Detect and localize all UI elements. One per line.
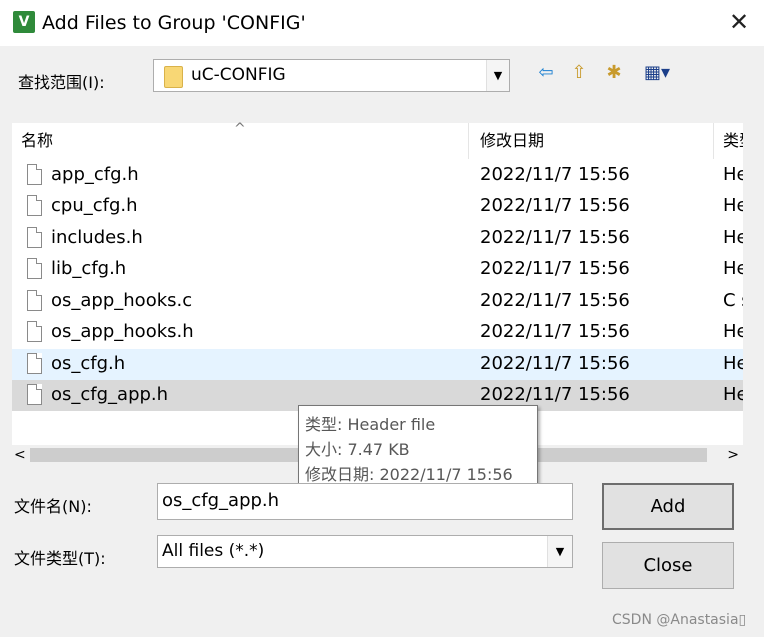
scroll-right-icon[interactable]: > [727, 445, 739, 465]
file-date: 2022/11/7 15:56 [480, 290, 630, 311]
title-bar: V Add Files to Group 'CONFIG' ✕ [0, 0, 764, 46]
file-type: C s [723, 290, 743, 311]
chevron-down-icon[interactable]: ▼ [486, 60, 509, 91]
column-header-date[interactable]: 修改日期 [480, 123, 544, 159]
chevron-down-icon[interactable]: ▼ [547, 536, 572, 567]
file-icon [27, 195, 42, 216]
file-type: He [723, 258, 743, 279]
look-in-combo[interactable]: uC-CONFIG ▼ [153, 59, 510, 92]
file-type-select[interactable]: All files (*.*) ▼ [157, 535, 573, 568]
view-menu-icon[interactable]: ▦▾ [634, 60, 680, 86]
file-icon [27, 321, 42, 342]
file-icon [27, 353, 42, 374]
file-icon [27, 164, 42, 185]
file-name: os_app_hooks.c [51, 290, 193, 311]
file-date: 2022/11/7 15:56 [480, 353, 630, 374]
file-type-label: 文件类型(T): [14, 549, 106, 568]
new-folder-icon[interactable]: ✱ [600, 60, 628, 86]
tooltip-type: 类型: Header file [305, 415, 436, 434]
column-header-type[interactable]: 类型 [723, 123, 743, 159]
file-list[interactable]: ^ 名称 修改日期 类型 app_cfg.h 2022/11/7 15:56 H… [12, 121, 743, 445]
list-item[interactable]: lib_cfg.h 2022/11/7 15:56 He [12, 254, 743, 285]
file-name: os_cfg_app.h [51, 384, 169, 405]
window-title: Add Files to Group 'CONFIG' [42, 12, 306, 34]
column-header-name[interactable]: 名称 [21, 123, 53, 159]
file-name-label: 文件名(N): [14, 497, 92, 516]
look-in-label: 查找范围(I): [18, 73, 105, 92]
file-date: 2022/11/7 15:56 [480, 258, 630, 279]
file-icon [27, 384, 42, 405]
file-type-value: All files (*.*) [162, 541, 265, 561]
list-item[interactable]: app_cfg.h 2022/11/7 15:56 He [12, 160, 743, 191]
file-icon [27, 227, 42, 248]
file-type: He [723, 227, 743, 248]
list-item[interactable]: os_cfg.h 2022/11/7 15:56 He [12, 349, 743, 380]
close-button[interactable]: Close [602, 542, 734, 589]
list-item[interactable]: includes.h 2022/11/7 15:56 He [12, 223, 743, 254]
list-item[interactable]: os_app_hooks.c 2022/11/7 15:56 C s [12, 286, 743, 317]
file-icon [27, 258, 42, 279]
file-type: He [723, 164, 743, 185]
folder-icon [164, 66, 183, 88]
file-date: 2022/11/7 15:56 [480, 227, 630, 248]
column-divider[interactable] [468, 123, 469, 159]
uvision-icon: V [13, 11, 35, 33]
file-name: cpu_cfg.h [51, 195, 138, 216]
file-type: He [723, 321, 743, 342]
file-date: 2022/11/7 15:56 [480, 384, 630, 405]
file-name: includes.h [51, 227, 143, 248]
file-date: 2022/11/7 15:56 [480, 195, 630, 216]
close-icon[interactable]: ✕ [722, 5, 756, 39]
watermark: CSDN @Anastasia▯ [612, 612, 747, 628]
file-date: 2022/11/7 15:56 [480, 164, 630, 185]
up-folder-icon[interactable]: ⇧ [566, 60, 592, 86]
scroll-left-icon[interactable]: < [14, 445, 26, 465]
file-name: lib_cfg.h [51, 258, 127, 279]
file-name: app_cfg.h [51, 164, 139, 185]
file-name-input[interactable]: os_cfg_app.h [157, 483, 573, 520]
file-name: os_cfg.h [51, 353, 126, 374]
back-icon[interactable]: ⇦ [534, 60, 558, 86]
file-info-tooltip: 类型: Header file 大小: 7.47 KB 修改日期: 2022/1… [298, 405, 538, 489]
add-button[interactable]: Add [602, 483, 734, 530]
file-icon [27, 290, 42, 311]
file-type: He [723, 353, 743, 374]
list-item[interactable]: os_app_hooks.h 2022/11/7 15:56 He [12, 317, 743, 348]
file-name: os_app_hooks.h [51, 321, 194, 342]
file-type: He [723, 384, 743, 405]
tooltip-date: 修改日期: 2022/11/7 15:56 [305, 465, 513, 484]
file-date: 2022/11/7 15:56 [480, 321, 630, 342]
list-item[interactable]: cpu_cfg.h 2022/11/7 15:56 He [12, 191, 743, 222]
file-type: He [723, 195, 743, 216]
column-divider[interactable] [713, 123, 714, 159]
sort-ascending-icon: ^ [234, 121, 246, 137]
look-in-value: uC-CONFIG [191, 65, 286, 85]
tooltip-size: 大小: 7.47 KB [305, 440, 410, 459]
